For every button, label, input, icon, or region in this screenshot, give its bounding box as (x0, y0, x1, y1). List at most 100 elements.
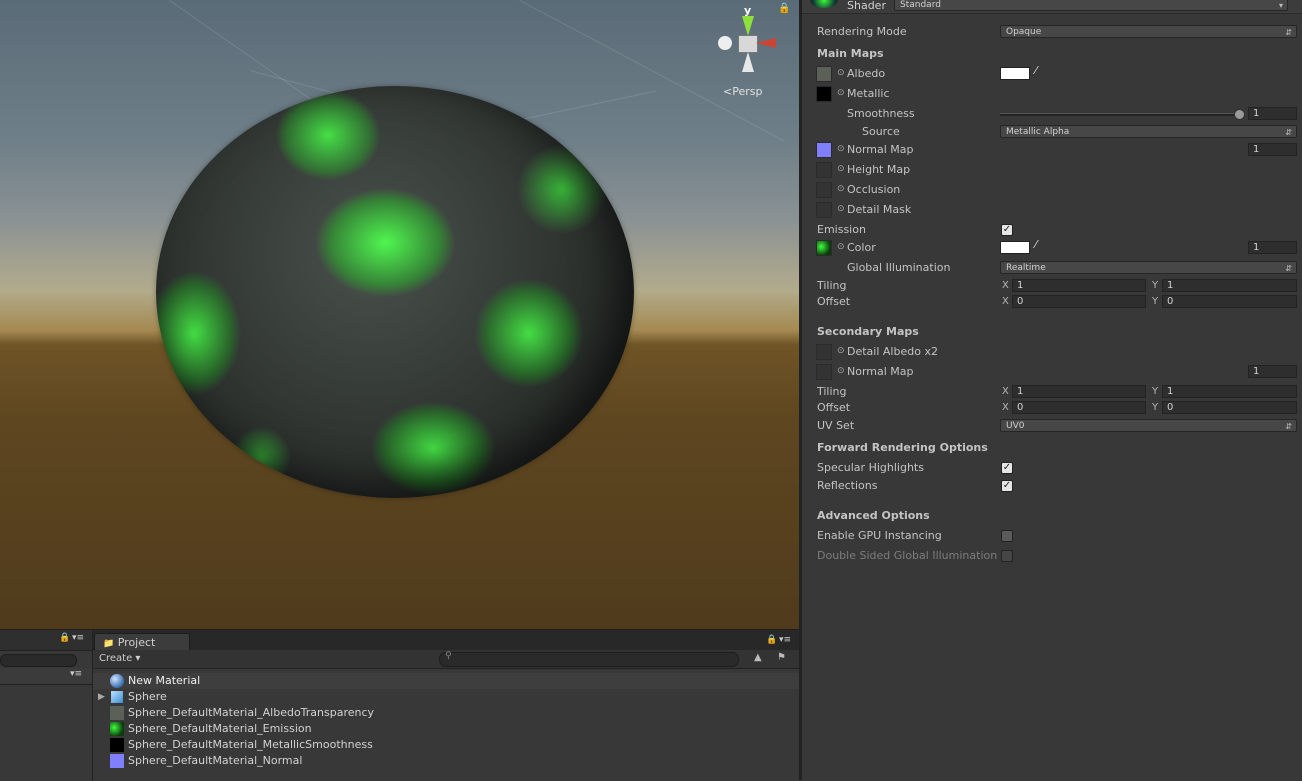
object-picker-icon[interactable]: ⊙ (837, 366, 845, 376)
uv-set-dropdown[interactable]: UV0 ⇵ (1000, 419, 1297, 432)
global-illumination-dropdown[interactable]: Realtime ⇵ (1000, 261, 1297, 274)
list-item[interactable]: Sphere_DefaultMaterial_Normal (93, 753, 799, 769)
list-item[interactable]: Sphere_DefaultMaterial_AlbedoTransparenc… (93, 705, 799, 721)
filter-by-type-icon[interactable]: ▲ (754, 652, 762, 663)
detail-mask-label: Detail Mask (847, 203, 912, 216)
main-tiling-y-field[interactable]: 1 (1162, 279, 1297, 292)
project-search-input[interactable]: ⚲ (439, 651, 739, 667)
secondary-tiling-x-field[interactable]: 1 (1012, 385, 1146, 398)
source-label: Source (862, 125, 900, 138)
expand-arrow-icon[interactable]: ▶ (98, 689, 105, 705)
filter-by-label-icon[interactable]: ⚑ (777, 652, 786, 663)
shader-dropdown[interactable]: Standard ▾ (894, 0, 1288, 11)
panel-menu-icon[interactable]: ▾≡ (779, 635, 791, 645)
gizmo-x-axis-icon[interactable] (756, 38, 776, 48)
height-map-texture-slot[interactable] (816, 162, 832, 178)
object-picker-icon[interactable]: ⊙ (837, 184, 845, 194)
main-offset-x-field[interactable]: 0 (1012, 295, 1146, 308)
list-item-label: Sphere (128, 690, 167, 703)
list-item[interactable]: New Material (93, 673, 799, 689)
global-illumination-value: Realtime (1006, 263, 1046, 273)
smoothness-slider-track[interactable] (1000, 113, 1238, 116)
object-picker-icon[interactable]: ⊙ (837, 68, 845, 78)
object-picker-icon[interactable]: ⊙ (837, 88, 845, 98)
smoothness-slider-handle[interactable] (1234, 109, 1245, 120)
scene-view[interactable]: y <Persp 🔒 (0, 0, 799, 629)
secondary-offset-x-field[interactable]: 0 (1012, 401, 1146, 414)
hierarchy-search-input[interactable] (0, 654, 77, 667)
hierarchy-panel: 🔒 ▾≡ ▾≡ (0, 629, 92, 781)
tab-project-label: Project (117, 636, 156, 649)
albedo-color-field[interactable] (1000, 67, 1030, 80)
normal-map-scale-field[interactable]: 1 (1248, 143, 1297, 156)
material-preview-icon (810, 0, 838, 8)
secondary-normal-map-slot[interactable] (816, 364, 832, 380)
object-picker-icon[interactable]: ⊙ (837, 204, 845, 214)
emission-intensity-field[interactable]: 1 (1248, 241, 1297, 254)
gizmo-y-axis-icon[interactable] (742, 16, 754, 36)
rendering-mode-label: Rendering Mode (817, 25, 907, 38)
object-picker-icon[interactable]: ⊙ (837, 242, 845, 252)
normal-map-label: Normal Map (847, 143, 914, 156)
list-item[interactable]: ▶ Sphere (93, 689, 799, 705)
forward-rendering-header: Forward Rendering Options (817, 441, 988, 454)
list-item[interactable]: Sphere_DefaultMaterial_Emission (93, 721, 799, 737)
emission-texture-slot[interactable] (816, 240, 832, 256)
shader-label: Shader (847, 0, 886, 12)
axis-y-label: Y (1152, 296, 1159, 307)
gizmo-neg-x-icon[interactable] (718, 36, 732, 50)
texture-gray-icon (110, 706, 124, 720)
object-picker-icon[interactable]: ⊙ (837, 144, 845, 154)
axis-x-label: X (1002, 402, 1009, 413)
tab-project[interactable]: 📁 Project (94, 633, 190, 650)
lock-icon[interactable]: 🔒 (766, 635, 777, 645)
axis-x-label: X (1002, 296, 1009, 307)
albedo-texture-slot[interactable] (816, 66, 832, 82)
main-offset-y-field[interactable]: 0 (1162, 295, 1297, 308)
occlusion-texture-slot[interactable] (816, 182, 832, 198)
lock-icon[interactable]: 🔒 (778, 3, 790, 14)
chevron-down-icon: ▾ (1278, 1, 1283, 10)
double-sided-gi-label-clip: Double Sided Global Illumination (817, 549, 999, 565)
secondary-normal-map-scale-field[interactable]: 1 (1248, 365, 1297, 378)
eyedropper-icon[interactable]: ⁄ (1035, 64, 1037, 77)
gpu-instancing-label: Enable GPU Instancing (817, 529, 942, 542)
source-value: Metallic Alpha (1006, 127, 1070, 137)
secondary-tiling-y-field[interactable]: 1 (1162, 385, 1297, 398)
secondary-normal-map-label: Normal Map (847, 365, 914, 378)
material-preview-sphere[interactable] (156, 86, 634, 498)
perspective-toggle[interactable]: <Persp (723, 85, 762, 98)
normal-map-texture-slot[interactable] (816, 142, 832, 158)
emission-label: Emission (817, 223, 866, 236)
object-picker-icon[interactable]: ⊙ (837, 164, 845, 174)
gpu-instancing-checkbox[interactable] (1001, 530, 1013, 542)
rendering-mode-dropdown[interactable]: Opaque ⇵ (1000, 25, 1297, 38)
main-maps-header: Main Maps (817, 47, 884, 60)
specular-highlights-checkbox[interactable]: ✓ (1001, 462, 1013, 474)
persp-label: Persp (732, 85, 763, 98)
main-tiling-x-field[interactable]: 1 (1012, 279, 1146, 292)
gizmo-neg-y-axis-icon[interactable] (742, 52, 754, 72)
gizmo-center-icon[interactable] (738, 35, 758, 53)
main-offset-label: Offset (817, 295, 851, 308)
list-item[interactable]: Sphere_DefaultMaterial_MetallicSmoothnes… (93, 737, 799, 753)
detail-albedo-label: Detail Albedo x2 (847, 345, 938, 358)
emission-color-field[interactable] (1000, 241, 1030, 254)
reflections-checkbox[interactable]: ✓ (1001, 480, 1013, 492)
smoothness-value-field[interactable]: 1 (1248, 107, 1297, 120)
secondary-offset-y-field[interactable]: 0 (1162, 401, 1297, 414)
lock-icon[interactable]: 🔒 (59, 633, 70, 643)
object-picker-icon[interactable]: ⊙ (837, 346, 845, 356)
source-dropdown[interactable]: Metallic Alpha ⇵ (1000, 125, 1297, 138)
panel-menu-icon[interactable]: ▾≡ (70, 669, 82, 679)
metallic-texture-slot[interactable] (816, 86, 832, 102)
axis-y-label: Y (1152, 280, 1159, 291)
panel-menu-icon[interactable]: ▾≡ (72, 633, 84, 643)
detail-mask-texture-slot[interactable] (816, 202, 832, 218)
double-sided-gi-label: Double Sided Global Illumination (817, 549, 998, 562)
secondary-maps-header: Secondary Maps (817, 325, 919, 338)
eyedropper-icon[interactable]: ⁄ (1035, 238, 1037, 251)
detail-albedo-texture-slot[interactable] (816, 344, 832, 360)
create-dropdown[interactable]: Create ▾ (99, 652, 140, 666)
emission-checkbox[interactable]: ✓ (1001, 224, 1013, 236)
